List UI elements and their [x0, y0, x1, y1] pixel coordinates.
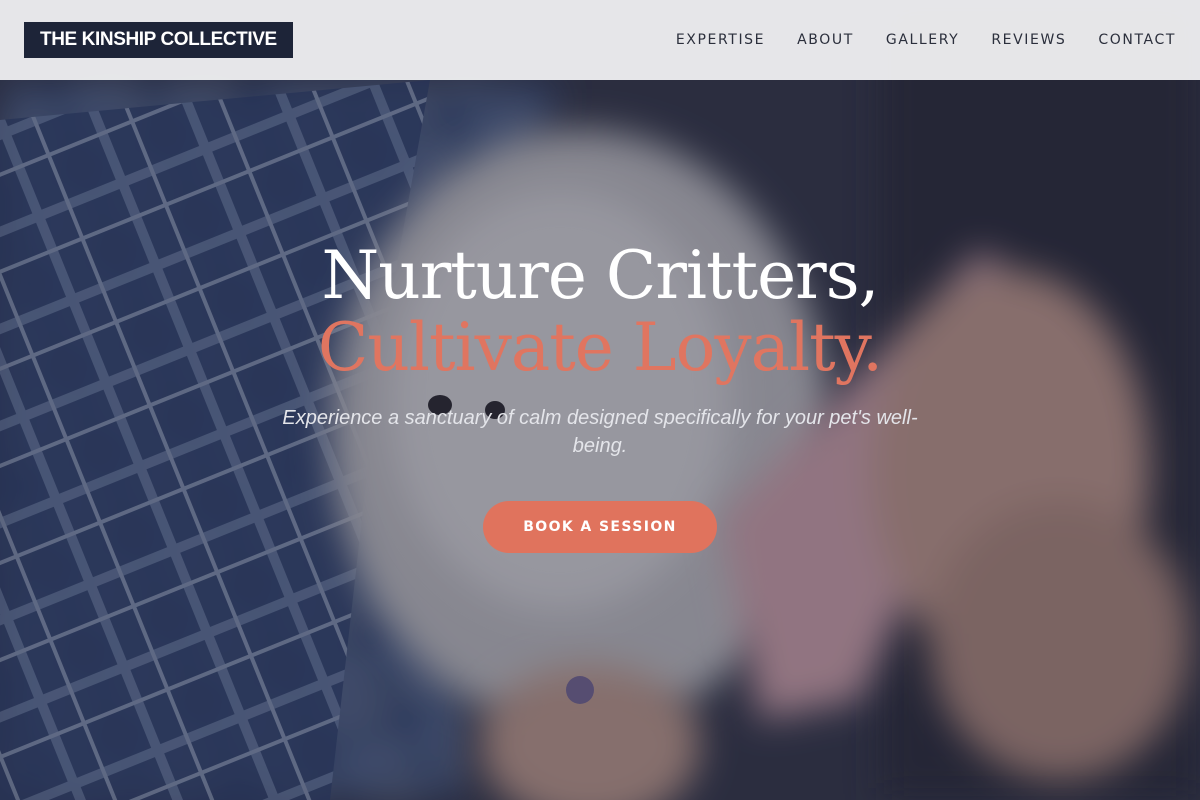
book-session-button[interactable]: BOOK A SESSION [483, 501, 717, 553]
nav-link-gallery[interactable]: GALLERY [886, 32, 959, 48]
hero-title-line1: Nurture Critters, [321, 237, 879, 314]
hero-title-line2: Cultivate Loyalty. [317, 309, 883, 386]
hero-section: Nurture Critters, Cultivate Loyalty. Exp… [0, 0, 1200, 800]
nav-link-contact[interactable]: CONTACT [1098, 32, 1176, 48]
hero-subtitle: Experience a sanctuary of calm designed … [282, 407, 918, 457]
hero-title: Nurture Critters, Cultivate Loyalty. [0, 240, 1200, 384]
brand-logo[interactable]: THE KINSHIP COLLECTIVE [24, 22, 293, 58]
nav-link-expertise[interactable]: EXPERTISE [676, 32, 765, 48]
main-nav: EXPERTISE ABOUT GALLERY REVIEWS CONTACT [676, 32, 1176, 48]
site-header: THE KINSHIP COLLECTIVE EXPERTISE ABOUT G… [0, 0, 1200, 80]
nav-link-about[interactable]: ABOUT [797, 32, 854, 48]
nav-link-reviews[interactable]: REVIEWS [991, 32, 1066, 48]
hero-content: Nurture Critters, Cultivate Loyalty. Exp… [0, 240, 1200, 553]
